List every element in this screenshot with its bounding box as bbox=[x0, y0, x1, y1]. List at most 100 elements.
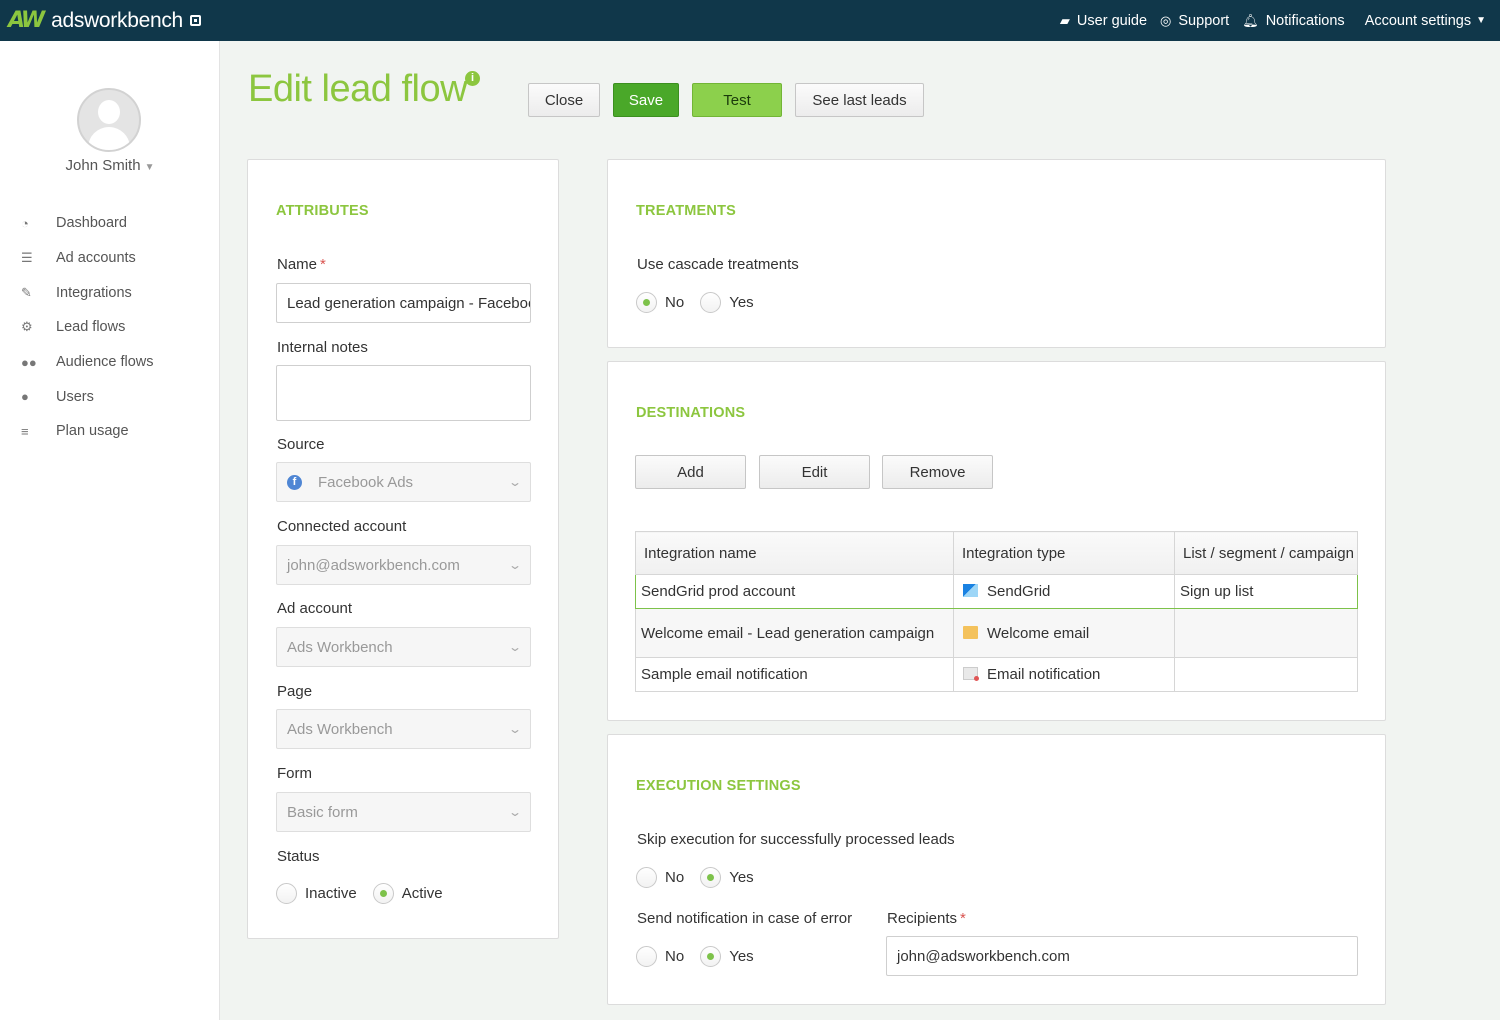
status-active-radio[interactable] bbox=[372, 883, 394, 904]
connected-account-label: Connected account bbox=[277, 518, 407, 535]
chevron-down-icon: ⌄ bbox=[507, 722, 523, 736]
internal-notes-textarea[interactable] bbox=[276, 365, 531, 421]
sendgrid-icon bbox=[963, 584, 978, 597]
form-value: Basic form bbox=[287, 803, 358, 821]
sidebar-item-label: Users bbox=[56, 388, 94, 405]
save-button[interactable]: Save bbox=[613, 83, 679, 117]
source-label: Source bbox=[277, 436, 325, 453]
welcome-email-icon bbox=[963, 625, 978, 639]
facebook-icon: f bbox=[287, 474, 302, 490]
external-window-icon[interactable] bbox=[189, 15, 201, 26]
sidebar-item-plan-usage[interactable]: ≡ Plan usage bbox=[0, 414, 220, 449]
table-header-row: Integration name Integration type List /… bbox=[635, 531, 1358, 575]
account-settings-menu[interactable]: Account settings ▼ bbox=[1365, 13, 1486, 29]
add-destination-button[interactable]: Add bbox=[635, 455, 746, 489]
ad-account-select[interactable]: Ads Workbench ⌄ bbox=[276, 627, 531, 667]
sidebar-item-label: Audience flows bbox=[56, 354, 154, 371]
skip-no-radio[interactable] bbox=[636, 867, 657, 888]
see-last-leads-button[interactable]: See last leads bbox=[795, 83, 924, 117]
sidebar-item-users[interactable]: ● Users bbox=[0, 379, 220, 414]
destinations-panel: DESTINATIONS Add Edit Remove Integration… bbox=[607, 361, 1386, 721]
sidebar-item-lead-flows[interactable]: ⚙ Lead flows bbox=[0, 310, 220, 345]
info-icon[interactable]: i bbox=[465, 71, 480, 86]
close-button[interactable]: Close bbox=[528, 83, 600, 117]
column-header-integration-type[interactable]: Integration type bbox=[953, 531, 1175, 575]
sidebar-item-ad-accounts[interactable]: ☰ Ad accounts bbox=[0, 241, 220, 276]
name-input[interactable]: Lead generation campaign - Facebook bbox=[276, 283, 531, 323]
send-notification-label: Send notification in case of error bbox=[637, 910, 853, 927]
recipients-input[interactable]: john@adsworkbench.com bbox=[886, 936, 1358, 976]
remove-destination-button[interactable]: Remove bbox=[882, 455, 993, 489]
logo[interactable]: AW adsworkbench bbox=[8, 8, 201, 33]
table-row[interactable]: SendGrid prod account SendGrid Sign up l… bbox=[635, 574, 1358, 609]
support-link[interactable]: ◎ Support bbox=[1160, 13, 1229, 29]
book-icon: ▰ bbox=[1059, 12, 1070, 28]
chevron-down-icon: ⌄ bbox=[507, 640, 523, 654]
status-inactive-radio[interactable] bbox=[276, 883, 297, 904]
sidebar-item-dashboard[interactable]: ◔ Dashboard bbox=[0, 206, 220, 241]
connected-account-select[interactable]: john@adsworkbench.com ⌄ bbox=[276, 545, 531, 585]
list-cell bbox=[1174, 608, 1358, 658]
dashboard-icon: ◔ bbox=[21, 215, 29, 231]
edit-destination-button[interactable]: Edit bbox=[759, 455, 870, 489]
database-icon: ☰ bbox=[21, 250, 33, 266]
sidebar-item-label: Plan usage bbox=[56, 423, 129, 440]
integration-type-label: SendGrid bbox=[987, 583, 1051, 600]
chevron-down-icon: ⌄ bbox=[507, 475, 523, 489]
page-select[interactable]: Ads Workbench ⌄ bbox=[276, 709, 531, 749]
account-settings-label: Account settings bbox=[1364, 12, 1472, 29]
form-label: Form bbox=[277, 765, 312, 782]
source-select[interactable]: f Facebook Ads ⌄ bbox=[276, 462, 531, 502]
cascade-no-radio[interactable] bbox=[636, 292, 657, 313]
avatar-body-shape bbox=[88, 127, 130, 150]
test-button[interactable]: Test bbox=[692, 83, 782, 117]
sidebar-item-audience-flows[interactable]: ●● Audience flows bbox=[0, 345, 220, 380]
user-menu[interactable]: John Smith ▼ bbox=[0, 157, 220, 174]
cascade-yes-radio[interactable] bbox=[700, 292, 722, 313]
table-row[interactable]: Sample email notification Email notifica… bbox=[635, 657, 1358, 692]
name-label: Name * bbox=[277, 256, 326, 273]
notifications-link[interactable]: 🔔︎ Notifications bbox=[1242, 13, 1345, 29]
chevron-down-icon: ▼ bbox=[1476, 15, 1486, 26]
integration-type-label: Welcome email bbox=[987, 624, 1090, 642]
user-guide-link[interactable]: ▰ User guide bbox=[1060, 13, 1147, 29]
recipients-label: Recipients * bbox=[887, 910, 966, 927]
skip-yes-radio[interactable] bbox=[700, 867, 722, 888]
notify-no-radio[interactable] bbox=[636, 946, 657, 967]
integration-name-cell: Welcome email - Lead generation campaign bbox=[635, 608, 954, 658]
gears-icon: ⚙ bbox=[21, 319, 33, 335]
avatar-head-shape bbox=[98, 100, 120, 124]
user-icon: ● bbox=[21, 389, 29, 405]
notify-yes-radio[interactable] bbox=[700, 946, 722, 967]
destinations-title: DESTINATIONS bbox=[636, 405, 746, 421]
email-notification-icon bbox=[963, 667, 979, 681]
list-cell bbox=[1174, 657, 1358, 692]
chevron-down-icon: ⌄ bbox=[507, 805, 523, 819]
top-bar: AW adsworkbench ▰ User guide ◎ Support 🔔… bbox=[0, 0, 1500, 41]
treatments-title: TREATMENTS bbox=[636, 203, 737, 219]
skip-no-label: No bbox=[665, 869, 685, 886]
avatar[interactable] bbox=[77, 88, 141, 152]
sidebar-item-label: Lead flows bbox=[56, 319, 126, 336]
source-value: Facebook Ads bbox=[318, 473, 414, 491]
user-name: John Smith bbox=[65, 157, 141, 174]
user-guide-label: User guide bbox=[1076, 12, 1148, 29]
notify-yes-label: Yes bbox=[729, 948, 754, 965]
column-header-integration-name[interactable]: Integration name bbox=[635, 531, 954, 575]
required-mark: * bbox=[960, 910, 966, 927]
integration-type-cell: SendGrid bbox=[953, 574, 1175, 609]
execution-settings-panel: EXECUTION SETTINGS Skip execution for su… bbox=[607, 734, 1386, 1005]
table-row[interactable]: Welcome email - Lead generation campaign… bbox=[635, 608, 1358, 658]
integration-name-cell: Sample email notification bbox=[635, 657, 954, 692]
logo-mark: AW bbox=[8, 8, 45, 33]
internal-notes-label: Internal notes bbox=[277, 339, 368, 356]
column-header-list[interactable]: List / segment / campaign bbox=[1174, 531, 1358, 575]
notifications-label: Notifications bbox=[1265, 12, 1345, 29]
integration-type-cell: Welcome email bbox=[953, 608, 1175, 658]
page-value: Ads Workbench bbox=[287, 720, 393, 738]
logo-text: adsworkbench bbox=[51, 8, 183, 32]
sidebar-item-integrations[interactable]: ✎ Integrations bbox=[0, 275, 220, 310]
integration-type-label: Email notification bbox=[987, 666, 1101, 683]
bell-icon: 🔔︎ bbox=[1242, 12, 1259, 28]
form-select[interactable]: Basic form ⌄ bbox=[276, 792, 531, 832]
